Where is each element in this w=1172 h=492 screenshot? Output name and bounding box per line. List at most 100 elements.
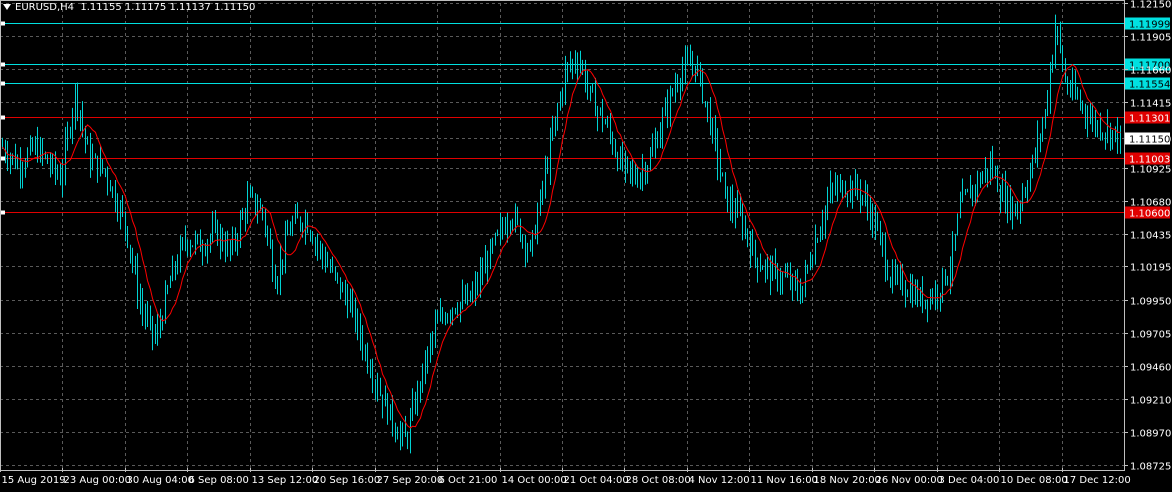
- candle-body: [482, 271, 483, 274]
- y-tick-label: 1.09460: [1130, 363, 1171, 374]
- candle-body: [890, 278, 891, 284]
- level-handle-icon[interactable]: [1, 156, 5, 161]
- candle-body: [1065, 67, 1066, 81]
- price-chart[interactable]: 1.11999 1.11700 1.11554 1.11301 1.11003 1.106…: [0, 0, 1172, 488]
- chart-header: EURUSD,H4 1.11155 1.11175 1.11137 1.1115…: [3, 2, 255, 13]
- candle-body: [567, 64, 568, 69]
- candle-body: [945, 270, 946, 283]
- candle-body: [42, 144, 43, 154]
- candle-body: [150, 315, 151, 318]
- candle-body: [452, 309, 453, 315]
- candle-body: [242, 214, 243, 219]
- x-tick-label: 4 Nov 12:00: [689, 475, 750, 486]
- candle-body: [80, 111, 81, 116]
- candle-body: [450, 314, 451, 316]
- candle-body: [607, 123, 608, 125]
- candle-body: [745, 229, 746, 232]
- candle-body: [917, 288, 918, 303]
- candle-body: [657, 141, 658, 147]
- candle-body: [820, 231, 821, 242]
- candle-body: [110, 182, 111, 192]
- candle-body: [17, 162, 18, 167]
- candle-body: [687, 58, 688, 61]
- y-tick-label: 1.08725: [1130, 462, 1171, 473]
- candle-body: [667, 104, 668, 115]
- candle-body: [332, 267, 333, 270]
- candle-body: [382, 394, 383, 407]
- candle-body: [177, 266, 178, 270]
- candle-body: [542, 187, 543, 193]
- candle-body: [635, 171, 636, 182]
- chart-canvas[interactable]: 1.119991.117001.115541.113011.110031.106…: [0, 0, 1172, 488]
- candle-body: [390, 404, 391, 420]
- candle-body: [790, 275, 791, 286]
- candle-body: [70, 131, 71, 133]
- candle-body: [352, 301, 353, 303]
- candle-body: [170, 280, 171, 288]
- candle-body: [810, 265, 811, 267]
- candle-body: [50, 163, 51, 168]
- candle-body: [432, 335, 433, 342]
- candle-body: [485, 260, 486, 274]
- candle-body: [960, 202, 961, 217]
- candle-body: [740, 205, 741, 213]
- candle-body: [30, 142, 31, 152]
- candle-body: [1092, 116, 1093, 118]
- candle-body: [980, 177, 981, 184]
- horizontal-lines[interactable]: 1.119991.117001.115541.113011.110031.106…: [0, 17, 1170, 220]
- candle-body: [650, 155, 651, 168]
- candle-body: [1030, 172, 1031, 188]
- candle-body: [232, 236, 233, 250]
- candle-body: [827, 199, 828, 209]
- candle-body: [77, 88, 78, 112]
- level-handle-icon[interactable]: [1, 62, 5, 67]
- candle-body: [1095, 116, 1096, 129]
- candle-body: [92, 157, 93, 167]
- candle-body: [477, 282, 478, 287]
- candle-body: [302, 226, 303, 230]
- candle-body: [767, 263, 768, 265]
- candle-body: [350, 301, 351, 312]
- candle-body: [367, 349, 368, 368]
- candle-body: [35, 141, 36, 150]
- candle-body: [130, 245, 131, 254]
- candle-body: [1072, 82, 1073, 93]
- level-handle-icon[interactable]: [1, 21, 5, 26]
- candle-body: [850, 183, 851, 195]
- candle-body: [192, 245, 193, 247]
- level-handle-icon[interactable]: [1, 210, 5, 215]
- candle-body: [212, 226, 213, 238]
- candle-body: [707, 101, 708, 108]
- candle-body: [270, 236, 271, 248]
- candle-body: [620, 153, 621, 167]
- candle-body: [927, 299, 928, 307]
- candle-body: [577, 65, 578, 67]
- x-tick-label: 30 Aug 04:00: [127, 475, 194, 486]
- candle-body: [587, 85, 588, 88]
- x-tick-label: 21 Oct 04:00: [564, 475, 629, 486]
- candle-body: [970, 189, 971, 199]
- candle-body: [295, 213, 296, 222]
- candle-body: [770, 263, 771, 281]
- candle-body: [965, 191, 966, 193]
- candle-body: [495, 234, 496, 243]
- candle-body: [1020, 204, 1021, 210]
- candle-body: [1117, 127, 1118, 144]
- candle-body: [867, 195, 868, 208]
- candle-body: [605, 123, 606, 125]
- candle-body: [247, 195, 248, 217]
- candle-body: [22, 168, 23, 173]
- candle-body: [430, 341, 431, 350]
- level-handle-icon[interactable]: [1, 115, 5, 120]
- candle-body: [750, 240, 751, 255]
- candle-body: [975, 187, 976, 191]
- candle-body: [155, 334, 156, 338]
- candle-body: [7, 155, 8, 162]
- dropdown-triangle-icon[interactable]: [3, 4, 11, 10]
- level-handle-icon[interactable]: [1, 81, 5, 86]
- candle-body: [180, 244, 181, 267]
- candle-body: [412, 402, 413, 418]
- candle-body: [100, 159, 101, 175]
- candle-body: [765, 263, 766, 270]
- candle-body: [732, 198, 733, 212]
